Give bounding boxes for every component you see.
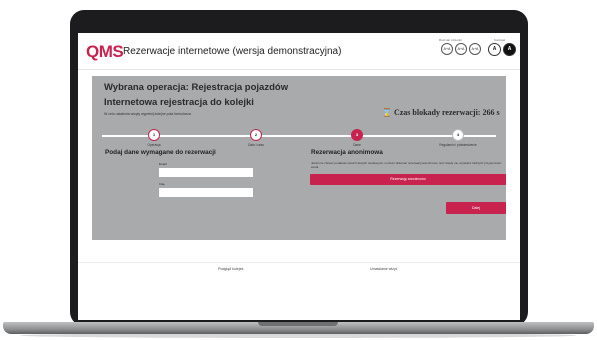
next-button[interactable]: Dalej: [446, 202, 506, 214]
font-size-small-button[interactable]: A+A: [441, 43, 453, 55]
step-1-label: Operacja: [147, 143, 161, 147]
step-4-label: Regulamin i potwierdzenie: [439, 143, 477, 147]
step-4-circle: 4: [452, 129, 464, 141]
contrast-label: Kontrast: [494, 38, 506, 42]
form-hint: W celu ustalenia wizyty wypełnij kolejne…: [104, 112, 191, 116]
reservation-timer: ⌛ Czas blokady rezerwacji: 266 s: [382, 108, 500, 117]
qms-logo[interactable]: QMS: [86, 42, 124, 62]
hourglass-icon: ⌛: [382, 108, 392, 117]
anonymous-reservation-button[interactable]: Rezerwuję anonimowo: [310, 174, 506, 185]
operation-heading: Wybrana operacja: Rejestracja pojazdów: [104, 82, 289, 93]
anonymous-description: Jeżeli nie chcesz podawać swoich danych …: [311, 161, 502, 170]
reservation-panel: Wybrana operacja: Rejestracja pojazdów I…: [92, 76, 506, 240]
name-field[interactable]: [159, 188, 253, 197]
step-3-circle: 3: [351, 129, 363, 141]
anonymous-title: Rezerwacja anonimowa: [311, 149, 383, 156]
contrast-normal-button[interactable]: A: [488, 43, 501, 56]
footer-queue-preview-link[interactable]: Podgląd kolejek: [218, 267, 243, 271]
form-title: Podaj dane wymagane do rezerwacji: [105, 149, 216, 156]
contrast-high-button[interactable]: A: [503, 43, 516, 56]
laptop-notch: [258, 322, 338, 326]
footer-appointments-link[interactable]: Umawianie wizyt: [370, 267, 397, 271]
app-screen: QMS Rezerwacje internetowe (wersja demon…: [78, 33, 520, 320]
step-2-circle: 2: [250, 129, 262, 141]
email-field[interactable]: [159, 168, 253, 177]
app-header: QMS Rezerwacje internetowe (wersja demon…: [78, 33, 520, 70]
page-subtitle: Internetowa rejestracja do kolejki: [104, 97, 254, 108]
timer-text: Czas blokady rezerwacji: 266 s: [393, 108, 500, 117]
steps-progress-line: [102, 135, 496, 137]
email-label: Email: [159, 162, 167, 166]
app-title: Rezerwacje internetowe (wersja demonstra…: [123, 46, 342, 57]
laptop-mockup: QMS Rezerwacje internetowe (wersja demon…: [0, 0, 597, 340]
font-size-medium-button[interactable]: A+A: [455, 43, 467, 55]
font-size-label: Rozmiar czcionki: [439, 38, 462, 42]
step-1-circle: 1: [148, 129, 160, 141]
footer-divider: [78, 262, 520, 263]
font-size-large-button[interactable]: A+A: [469, 43, 481, 55]
step-3-label: Dane: [353, 143, 361, 147]
step-2-label: Data i czas: [248, 143, 264, 147]
name-label: Imię: [159, 182, 165, 186]
